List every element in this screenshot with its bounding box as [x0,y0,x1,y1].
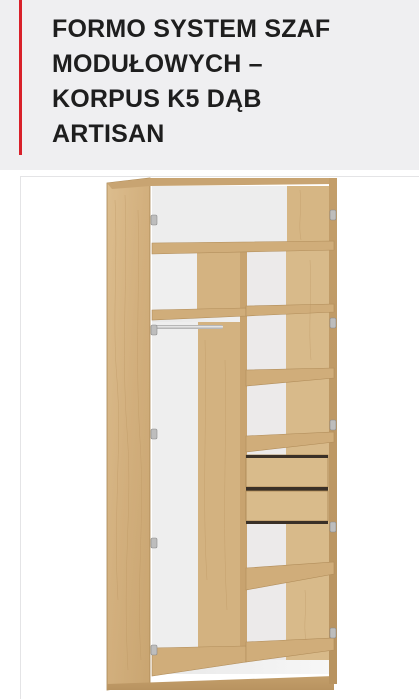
wardrobe-image [106,177,337,691]
drawers [245,454,329,524]
hanging-rail [153,325,223,329]
